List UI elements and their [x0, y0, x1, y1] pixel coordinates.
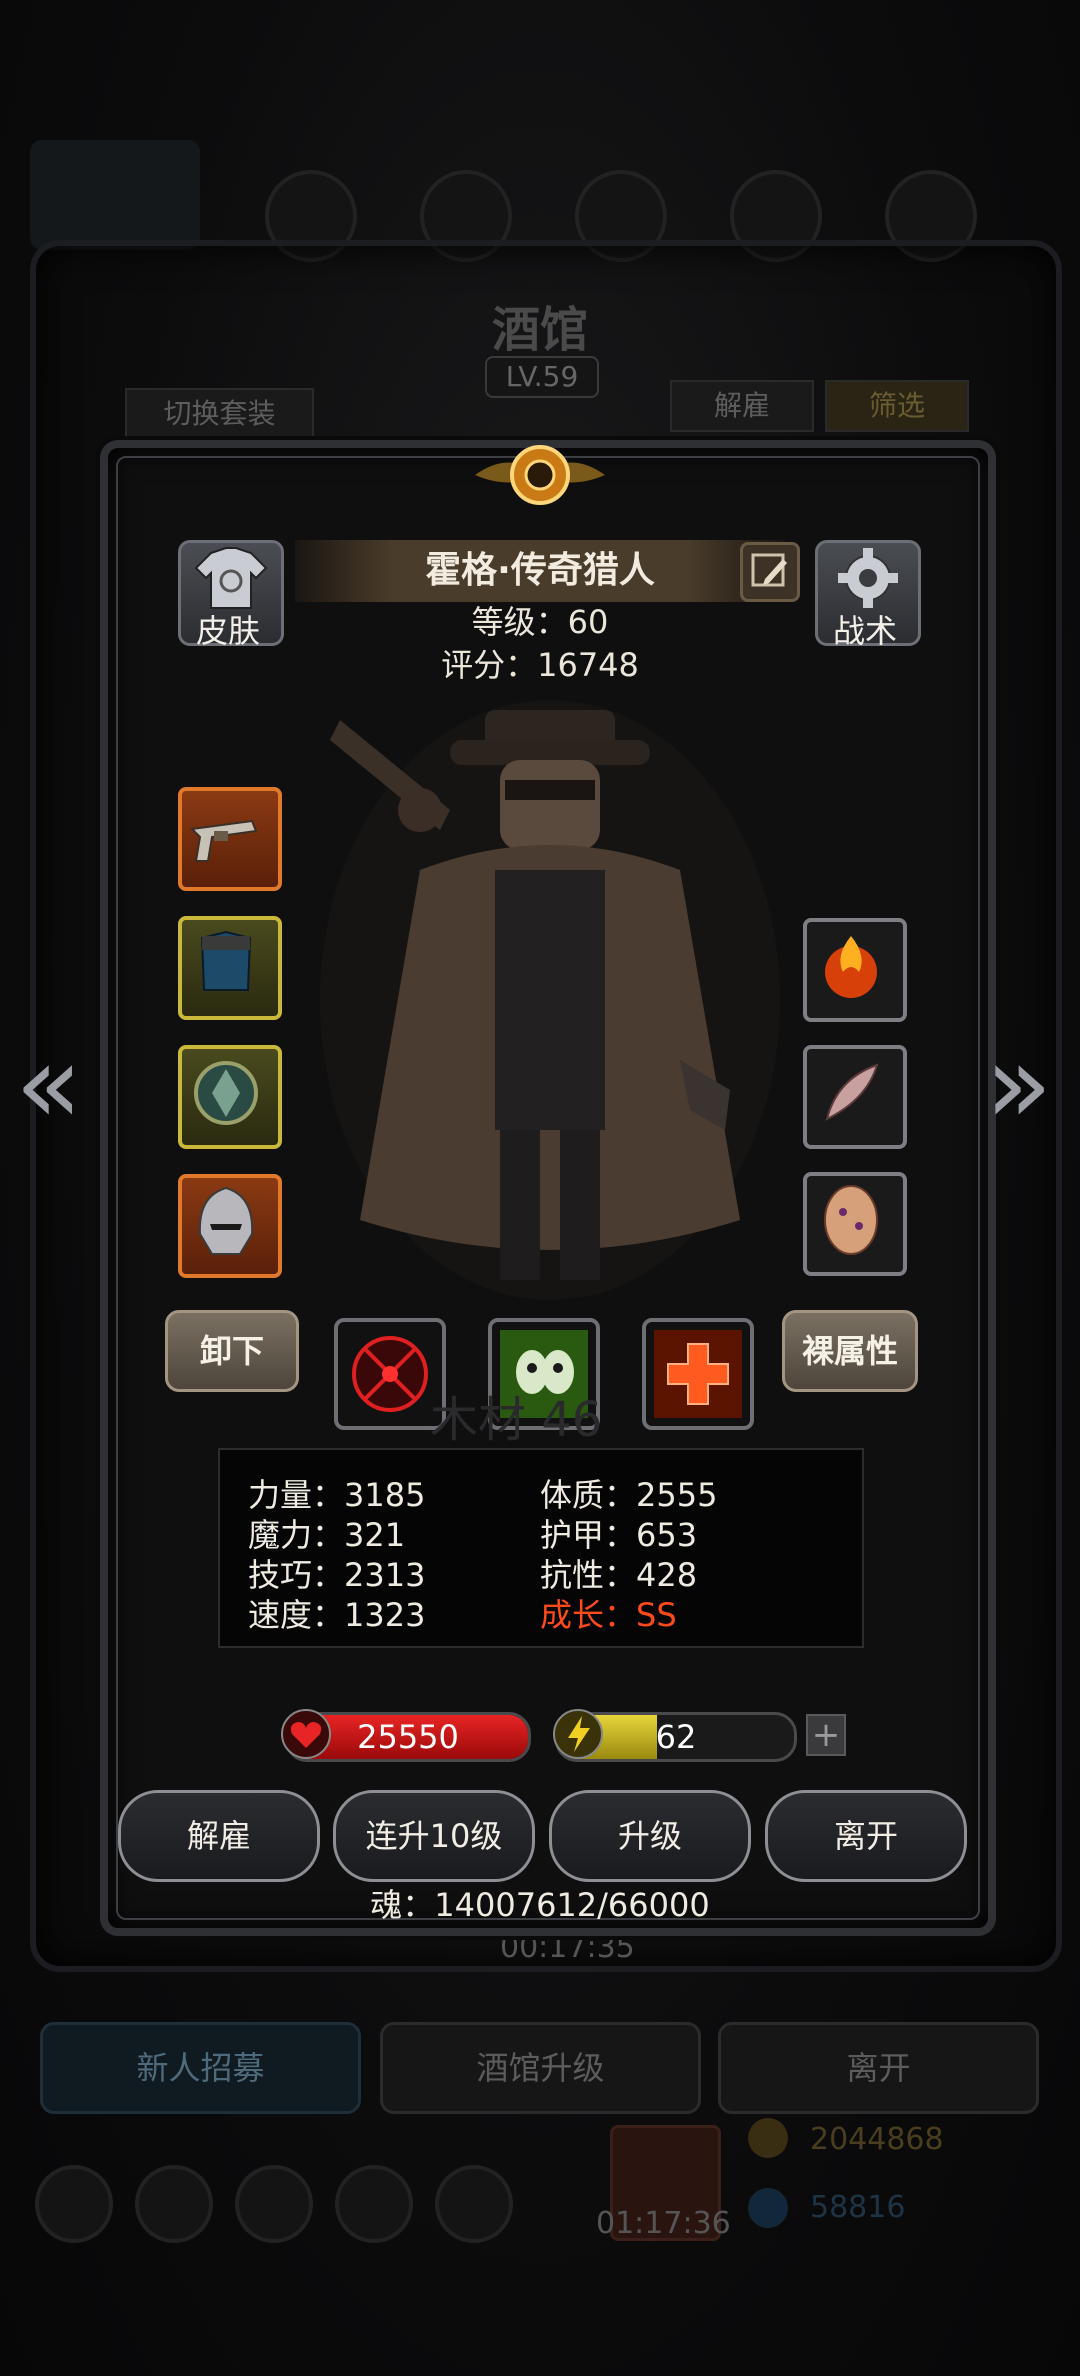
- bg-upgrade-tavern-button: 酒馆升级: [380, 2022, 701, 2114]
- skill-slot-3[interactable]: [642, 1318, 754, 1430]
- heart-icon: [281, 1709, 331, 1759]
- next-hero-arrow-icon[interactable]: »: [985, 1020, 1052, 1148]
- rune-stone-icon: [824, 1185, 878, 1255]
- equip-slot-gem-1[interactable]: [803, 918, 907, 1022]
- bg-leave-button: 离开: [718, 2022, 1039, 2114]
- bg-tavern-title: 酒馆: [491, 302, 588, 358]
- bg-tavern-level: LV.59: [485, 356, 599, 398]
- skin-button-label: 皮肤: [195, 612, 260, 650]
- equip-slot-gem-2[interactable]: [803, 1045, 907, 1149]
- shirt-icon: [194, 547, 268, 609]
- unequip-button[interactable]: 卸下: [165, 1310, 299, 1392]
- hero-portrait: [320, 700, 780, 1300]
- equip-slot-weapon[interactable]: [178, 787, 282, 891]
- pencil-icon: [751, 553, 787, 587]
- equip-slot-amulet[interactable]: [178, 1045, 282, 1149]
- tactics-button-label: 战术: [832, 612, 897, 650]
- bg-dismiss-button: 解雇: [670, 380, 814, 432]
- leave-button[interactable]: 离开: [765, 1790, 967, 1882]
- rename-button[interactable]: [740, 542, 800, 602]
- equip-slot-armor[interactable]: [178, 916, 282, 1020]
- bg-avatar-area: [30, 140, 200, 250]
- crosshair-skill-icon: [352, 1336, 428, 1412]
- equip-slot-gem-3[interactable]: [803, 1172, 907, 1276]
- revolver-icon: [189, 819, 258, 862]
- feather-icon: [825, 1063, 879, 1121]
- bg-gem-icon: [748, 2188, 788, 2228]
- helmet-icon: [198, 1186, 254, 1255]
- bg-filter-button: 筛选: [825, 380, 969, 432]
- dialog-emblem-icon: [475, 445, 605, 505]
- armor-icon: [200, 930, 252, 991]
- bg-gem-amount: 58816: [810, 2190, 906, 2225]
- bg-gold-amount: 2044868: [810, 2122, 944, 2157]
- hero-level: 等级：60: [471, 603, 609, 641]
- add-energy-button[interactable]: +: [806, 1714, 846, 1756]
- amulet-icon: [194, 1061, 258, 1125]
- previous-hero-arrow-icon[interactable]: «: [15, 1020, 82, 1148]
- dismiss-hero-button[interactable]: 解雇: [118, 1790, 320, 1882]
- bg-recruit-button: 新人招募: [40, 2022, 361, 2114]
- bg-switch-outfit-button: 切换套装: [125, 388, 314, 440]
- bg-bottom-icon: [35, 2165, 113, 2243]
- bg-timer-bottom: 01:17:36: [596, 2206, 731, 2241]
- bg-bottom-icon: [135, 2165, 213, 2243]
- upgrade-button[interactable]: 升级: [549, 1790, 751, 1882]
- stat-growth: 成长：SS: [540, 1596, 677, 1634]
- faded-watermark-text: 木材 46: [430, 1392, 603, 1448]
- bg-bottom-icon: [435, 2165, 513, 2243]
- stat-speed: 速度：1323: [248, 1596, 426, 1634]
- hero-name-bar: 霍格·传奇猎人: [295, 540, 785, 602]
- heal-cross-skill-icon: [654, 1330, 742, 1418]
- lightning-icon: [553, 1709, 603, 1759]
- soul-counter: 魂：14007612/66000: [370, 1886, 710, 1924]
- equip-slot-helmet[interactable]: [178, 1174, 282, 1278]
- bg-bottom-icon: [335, 2165, 413, 2243]
- base-attributes-button[interactable]: 裸属性: [782, 1310, 918, 1392]
- upgrade-10-levels-button[interactable]: 连升10级: [333, 1790, 535, 1882]
- gear-icon: [838, 548, 898, 608]
- fire-orb-icon: [825, 936, 877, 998]
- bg-bottom-icon: [235, 2165, 313, 2243]
- bg-gold-coin-icon: [748, 2118, 788, 2158]
